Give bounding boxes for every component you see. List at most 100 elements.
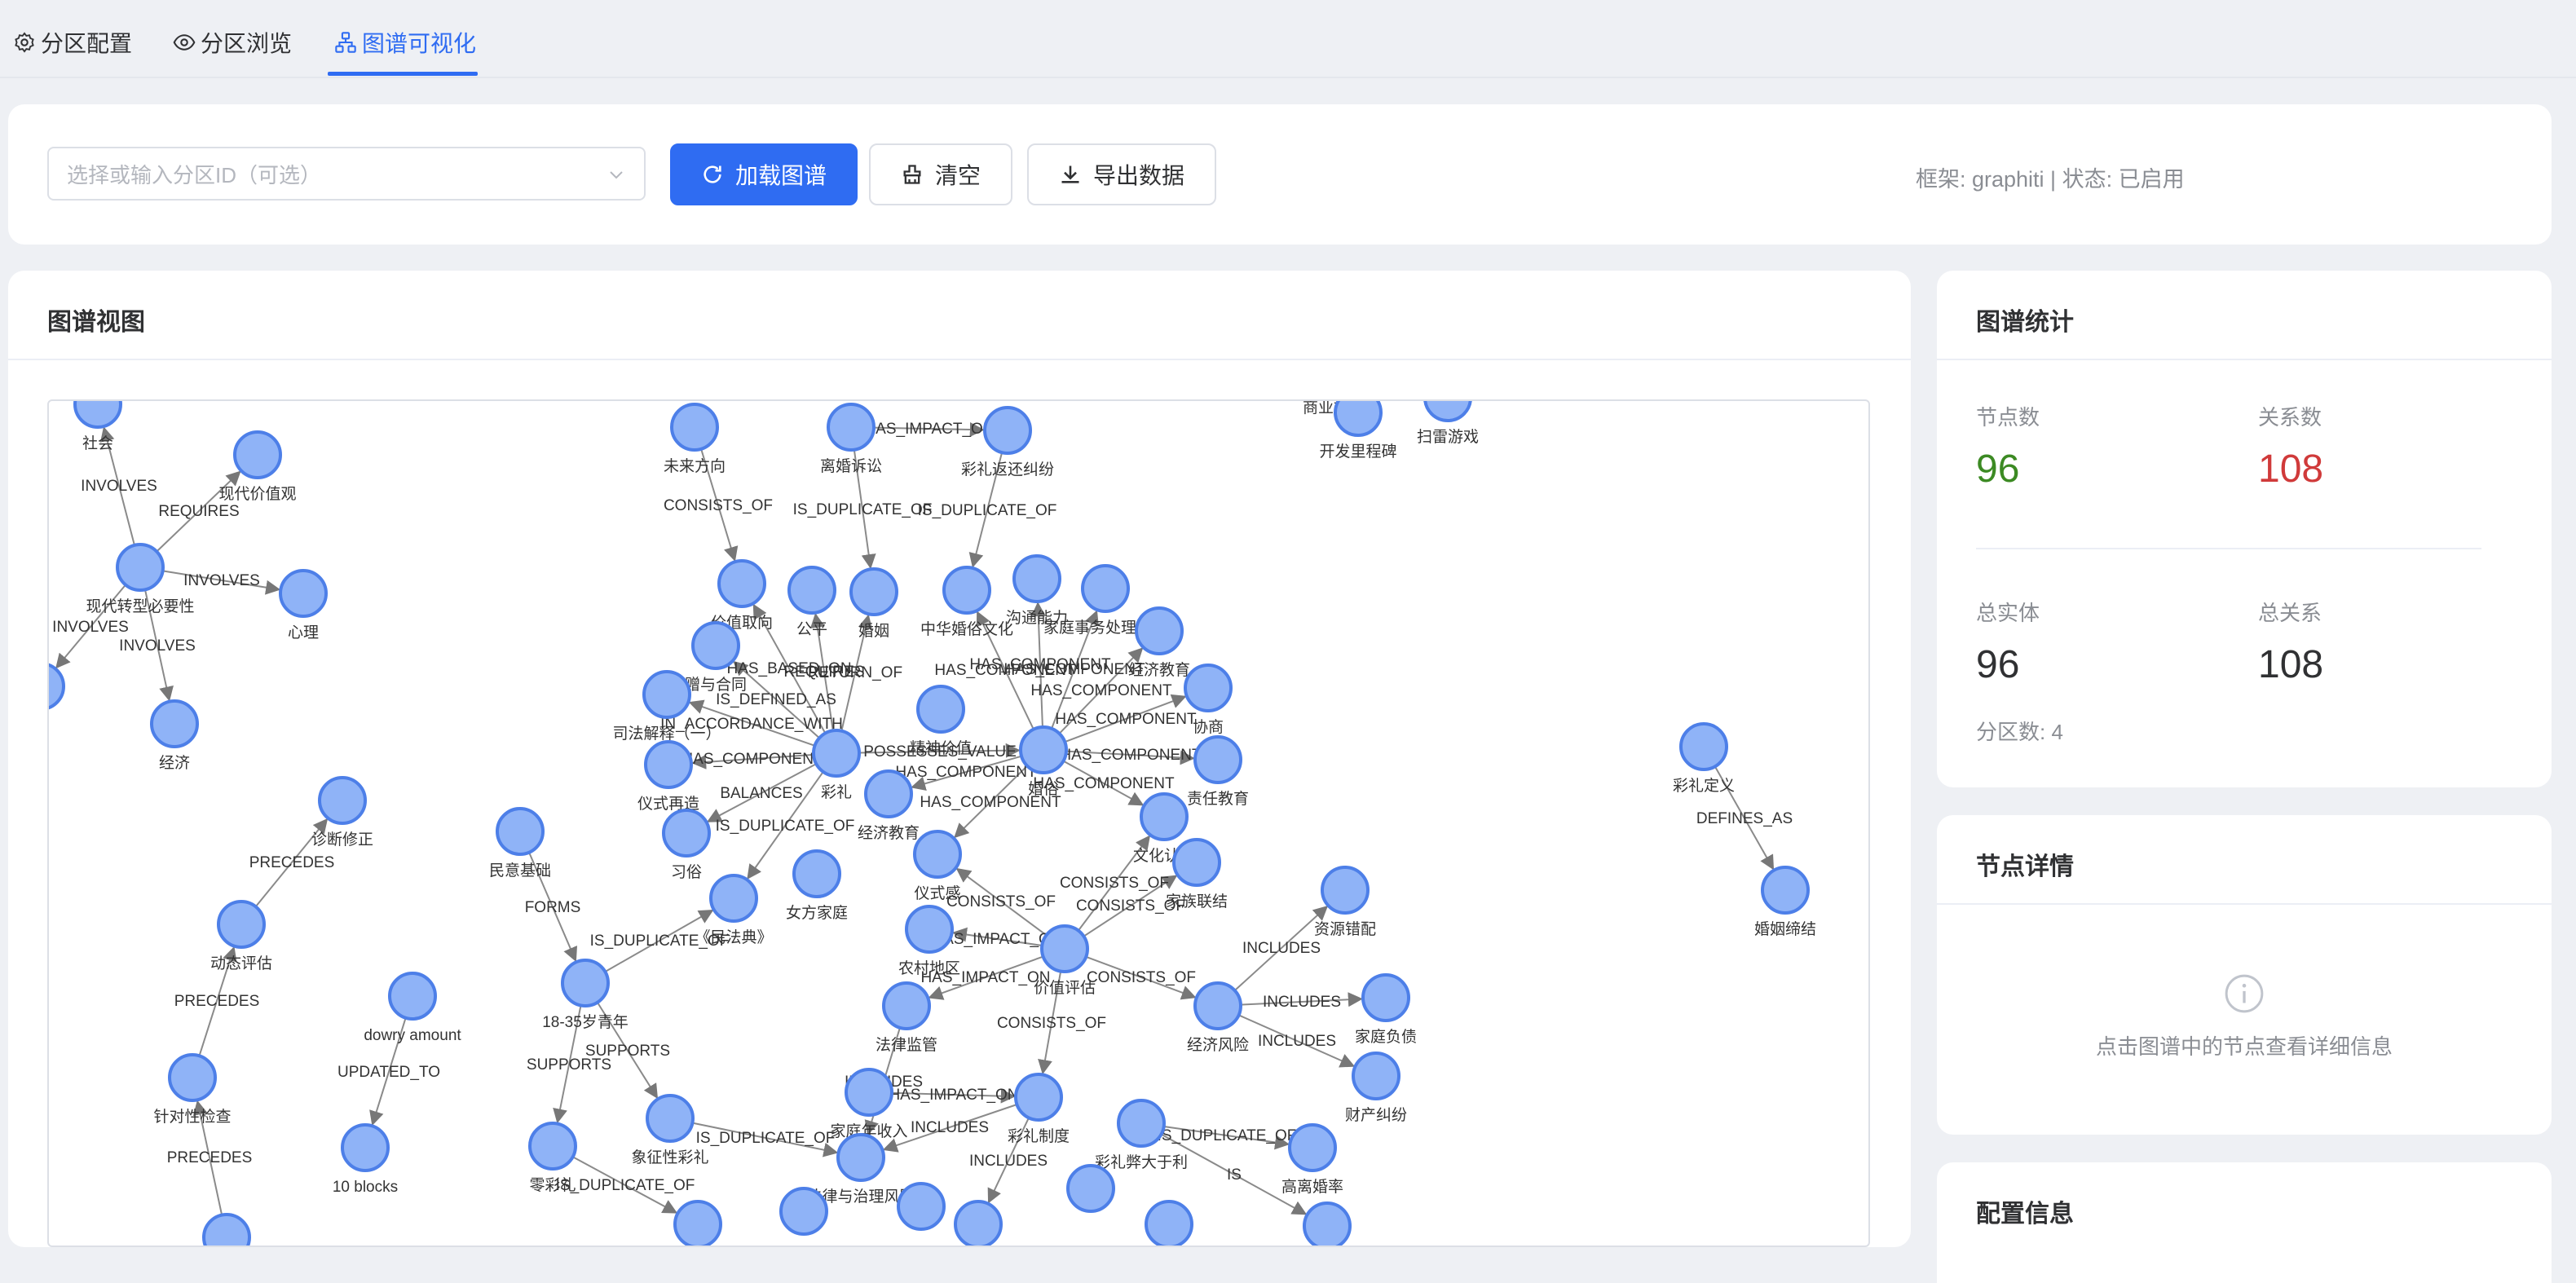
- graph-node-circle[interactable]: [1679, 722, 1728, 771]
- graph-node[interactable]: 仪式感: [913, 830, 962, 902]
- graph-node[interactable]: 未来方向: [664, 403, 726, 475]
- graph-node-circle[interactable]: [73, 401, 122, 429]
- graph-node[interactable]: 中华婚俗文化: [920, 566, 1013, 638]
- graph-node-circle[interactable]: [836, 1133, 885, 1182]
- graph-node-circle[interactable]: [528, 1122, 577, 1171]
- graph-node[interactable]: [49, 663, 65, 710]
- graph-node[interactable]: 资源错配: [1314, 866, 1376, 938]
- graph-node-circle[interactable]: [954, 1200, 1003, 1247]
- graph-node-circle[interactable]: [644, 740, 693, 789]
- graph-node-circle[interactable]: [1140, 792, 1189, 841]
- graph-node[interactable]: 婚姻缔结: [1754, 866, 1816, 938]
- graph-node-circle[interactable]: [217, 900, 266, 949]
- graph-node-circle[interactable]: [913, 830, 962, 879]
- graph-node[interactable]: [673, 1200, 722, 1247]
- graph-node[interactable]: 女方家庭: [786, 849, 848, 922]
- graph-node[interactable]: 经济: [150, 699, 199, 772]
- graph-node[interactable]: 诊断修正: [311, 776, 373, 849]
- graph-node-circle[interactable]: [845, 1068, 893, 1117]
- graph-node-circle[interactable]: [849, 567, 898, 616]
- graph-node-circle[interactable]: [116, 543, 165, 592]
- graph-node-circle[interactable]: [1172, 838, 1221, 887]
- graph-node-circle[interactable]: [662, 809, 711, 858]
- graph-node-circle[interactable]: [1193, 981, 1242, 1030]
- graph-node-circle[interactable]: [202, 1213, 251, 1247]
- graph-node-circle[interactable]: [496, 807, 545, 856]
- graph-node[interactable]: 现代转型必要性: [86, 543, 195, 615]
- export-data-button[interactable]: 导出数据: [1027, 143, 1216, 205]
- graph-node-circle[interactable]: [1423, 401, 1472, 422]
- tab-graph-visualization[interactable]: 图谱可视化: [334, 24, 476, 60]
- graph-node[interactable]: 心理: [279, 569, 328, 642]
- graph-node[interactable]: 法律监管: [876, 981, 937, 1054]
- graph-node-circle[interactable]: [1040, 924, 1089, 973]
- graph-node-circle[interactable]: [1761, 866, 1810, 915]
- graph-node-circle[interactable]: [670, 403, 719, 452]
- graph-node[interactable]: 价值取向: [711, 559, 773, 632]
- graph-node[interactable]: 10 blocks: [333, 1123, 398, 1196]
- graph-node-circle[interactable]: [812, 729, 861, 778]
- graph-node-circle[interactable]: [388, 972, 437, 1021]
- graph-node-circle[interactable]: [1334, 401, 1383, 437]
- graph-node-circle[interactable]: [1135, 606, 1184, 655]
- graph-node[interactable]: 彩礼制度: [1008, 1073, 1070, 1145]
- graph-node[interactable]: 现代价值观: [218, 430, 297, 503]
- graph-node-circle[interactable]: [864, 769, 913, 818]
- graph-node[interactable]: 公众态度: [947, 1200, 1009, 1247]
- graph-node-circle[interactable]: [1066, 1164, 1115, 1213]
- graph-node-circle[interactable]: [279, 569, 328, 618]
- graph-node-circle[interactable]: [882, 981, 931, 1030]
- graph-node[interactable]: 协商: [1184, 664, 1233, 736]
- graph-node-circle[interactable]: [942, 566, 991, 615]
- graph-node-circle[interactable]: [709, 874, 758, 923]
- graph-node[interactable]: [897, 1182, 946, 1231]
- graph-node[interactable]: 婚姻: [849, 567, 898, 640]
- graph-node-circle[interactable]: [916, 685, 965, 734]
- graph-node-circle[interactable]: [646, 1094, 695, 1143]
- graph-node-circle[interactable]: [1184, 664, 1233, 712]
- graph-node[interactable]: 精神价值: [910, 685, 972, 757]
- graph-node-circle[interactable]: [1193, 735, 1242, 784]
- graph-node-circle[interactable]: [561, 959, 610, 1007]
- graph-node-circle[interactable]: [233, 430, 282, 479]
- graph-node-circle[interactable]: [1117, 1099, 1166, 1148]
- graph-node[interactable]: 彩礼定义: [1673, 722, 1735, 795]
- graph-node-circle[interactable]: [905, 905, 954, 954]
- graph-node[interactable]: [1145, 1200, 1193, 1247]
- graph-node[interactable]: 财产纠纷: [1345, 1052, 1407, 1124]
- graph-node[interactable]: 《民法典》: [695, 874, 773, 946]
- graph-node[interactable]: 动态评估: [210, 900, 272, 972]
- graph-node-circle[interactable]: [49, 663, 65, 710]
- graph-node[interactable]: 零彩礼: [528, 1122, 577, 1194]
- graph-node[interactable]: 彩礼: [812, 729, 861, 801]
- graph-node[interactable]: 针对性检查: [153, 1053, 232, 1126]
- graph-svg[interactable]: INVOLVESREQUIRESINVOLVESINVOLVESINVOLVES…: [49, 401, 1870, 1247]
- graph-node-circle[interactable]: [1288, 1123, 1337, 1172]
- graph-node[interactable]: 社会: [73, 401, 122, 452]
- load-graph-button[interactable]: 加载图谱: [670, 143, 858, 205]
- graph-node[interactable]: [779, 1187, 828, 1236]
- tab-partition-config[interactable]: 分区配置: [13, 24, 132, 60]
- graph-node[interactable]: 习俗: [662, 809, 711, 881]
- graph-node-circle[interactable]: [779, 1187, 828, 1236]
- graph-node-circle[interactable]: [691, 621, 740, 670]
- graph-node-circle[interactable]: [1303, 1201, 1352, 1247]
- graph-node[interactable]: 离婚诉讼: [820, 403, 882, 475]
- graph-node-circle[interactable]: [1019, 725, 1068, 774]
- graph-node-circle[interactable]: [150, 699, 199, 748]
- graph-node-circle[interactable]: [827, 403, 876, 452]
- graph-node-circle[interactable]: [642, 670, 691, 719]
- graph-node[interactable]: 经济教育: [858, 769, 920, 842]
- graph-node[interactable]: 民意基础: [489, 807, 551, 880]
- graph-node[interactable]: 公平: [787, 566, 836, 638]
- graph-node[interactable]: 高影响高等级风险: [1265, 1201, 1389, 1247]
- graph-node-circle[interactable]: [792, 849, 841, 898]
- graph-node-circle[interactable]: [1014, 1073, 1063, 1122]
- graph-node[interactable]: 彩礼返还纠纷: [961, 406, 1054, 478]
- graph-node-circle[interactable]: [787, 566, 836, 615]
- graph-node[interactable]: 经济风险: [1187, 981, 1249, 1054]
- tab-partition-browse[interactable]: 分区浏览: [173, 24, 292, 60]
- graph-node-circle[interactable]: [983, 406, 1032, 455]
- graph-node-circle[interactable]: [1352, 1052, 1400, 1100]
- graph-node-circle[interactable]: [1321, 866, 1370, 915]
